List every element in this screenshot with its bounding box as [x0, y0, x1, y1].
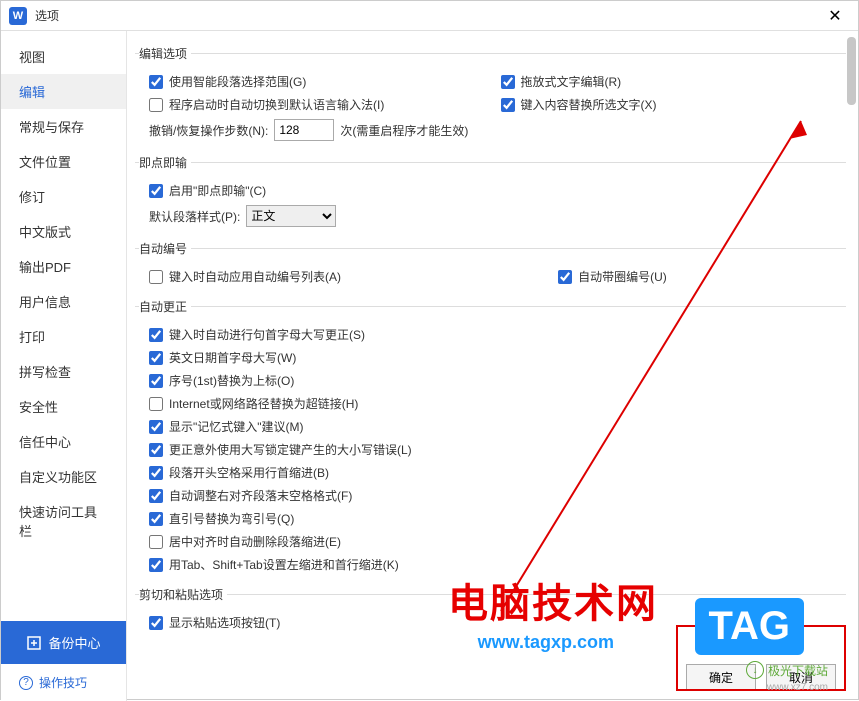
chk-auto-switch-ime-input[interactable] — [149, 98, 163, 112]
chk-autocorrect-7-input[interactable] — [149, 489, 163, 503]
nav-item-10[interactable]: 安全性 — [1, 389, 126, 424]
nav-item-13[interactable]: 快速访问工具栏 — [1, 494, 126, 548]
backup-icon — [26, 635, 42, 651]
download-icon: ↓ — [746, 661, 764, 679]
default-para-style-select[interactable]: 正文 — [246, 205, 336, 227]
chk-replace-selection-input[interactable] — [501, 98, 515, 112]
chk-autocorrect-10[interactable]: 用Tab、Shift+Tab设置左缩进和首行缩进(K) — [149, 556, 399, 573]
nav-item-5[interactable]: 中文版式 — [1, 214, 126, 249]
help-icon: ? — [19, 676, 33, 690]
chk-autocorrect-8[interactable]: 直引号替换为弯引号(Q) — [149, 510, 294, 527]
legend-paste: 剪切和粘贴选项 — [139, 586, 227, 603]
legend-edit: 编辑选项 — [139, 45, 191, 62]
chk-autocorrect-7[interactable]: 自动调整右对齐段落末空格格式(F) — [149, 487, 352, 504]
legend-auto-correct: 自动更正 — [139, 298, 191, 315]
chk-autocorrect-2-input[interactable] — [149, 374, 163, 388]
chk-smart-paragraph[interactable]: 使用智能段落选择范围(G) — [149, 73, 495, 90]
default-para-style-label: 默认段落样式(P): — [149, 208, 240, 225]
undo-steps-input[interactable] — [274, 119, 334, 141]
chk-autocorrect-3[interactable]: Internet或网络路径替换为超链接(H) — [149, 395, 358, 412]
undo-steps-suffix: 次(需重启程序才能生效) — [340, 122, 468, 139]
nav-item-4[interactable]: 修订 — [1, 179, 126, 214]
watermark-download-site: ↓ 极光下载站 — [746, 661, 828, 679]
chk-autocorrect-6-input[interactable] — [149, 466, 163, 480]
chk-show-paste-options-input[interactable] — [149, 616, 163, 630]
help-label: 操作技巧 — [39, 674, 87, 691]
chk-autocorrect-3-input[interactable] — [149, 397, 163, 411]
undo-steps-label: 撤销/恢复操作步数(N): — [149, 122, 268, 139]
watermark-tag-badge: TAG — [695, 598, 804, 655]
chk-show-paste-options[interactable]: 显示粘贴选项按钮(T) — [149, 614, 280, 631]
nav-item-11[interactable]: 信任中心 — [1, 424, 126, 459]
nav-item-8[interactable]: 打印 — [1, 319, 126, 354]
chk-smart-paragraph-input[interactable] — [149, 75, 163, 89]
chk-autocorrect-9-input[interactable] — [149, 535, 163, 549]
group-edit-options: 编辑选项 使用智能段落选择范围(G) 拖放式文字编辑(R) 程序启动时自动切换到… — [135, 45, 846, 144]
chk-circle-number-input[interactable] — [558, 270, 572, 284]
nav-item-12[interactable]: 自定义功能区 — [1, 459, 126, 494]
chk-autocorrect-1-input[interactable] — [149, 351, 163, 365]
nav-list: 视图编辑常规与保存文件位置修订中文版式输出PDF用户信息打印拼写检查安全性信任中… — [1, 31, 126, 621]
chk-autocorrect-2[interactable]: 序号(1st)替换为上标(O) — [149, 372, 294, 389]
nav-item-6[interactable]: 输出PDF — [1, 249, 126, 284]
group-auto-number: 自动编号 键入时自动应用自动编号列表(A) 自动带圈编号(U) — [135, 240, 846, 288]
chk-drag-text-input[interactable] — [501, 75, 515, 89]
chk-autocorrect-5[interactable]: 更正意外使用大写锁定键产生的大小写错误(L) — [149, 441, 412, 458]
legend-click-type: 即点即输 — [139, 154, 191, 171]
titlebar: W 选项 ✕ — [1, 1, 858, 31]
chk-autocorrect-8-input[interactable] — [149, 512, 163, 526]
chk-autocorrect-0-input[interactable] — [149, 328, 163, 342]
nav-item-7[interactable]: 用户信息 — [1, 284, 126, 319]
chk-enable-click-type[interactable]: 启用"即点即输"(C) — [149, 182, 266, 199]
nav-item-1[interactable]: 编辑 — [1, 74, 126, 109]
close-button[interactable]: ✕ — [820, 1, 850, 31]
chk-auto-number-list-input[interactable] — [149, 270, 163, 284]
nav-item-0[interactable]: 视图 — [1, 39, 126, 74]
group-auto-correct: 自动更正 键入时自动进行句首字母大写更正(S) 英文日期首字母大写(W) 序号(1s… — [135, 298, 846, 576]
window-title: 选项 — [35, 7, 820, 24]
chk-autocorrect-6[interactable]: 段落开头空格采用行首缩进(B) — [149, 464, 329, 481]
chk-replace-selection[interactable]: 键入内容替换所选文字(X) — [501, 96, 847, 113]
nav-item-3[interactable]: 文件位置 — [1, 144, 126, 179]
help-tips-link[interactable]: ? 操作技巧 — [1, 664, 126, 701]
chk-autocorrect-9[interactable]: 居中对齐时自动删除段落缩进(E) — [149, 533, 341, 550]
nav-item-2[interactable]: 常规与保存 — [1, 109, 126, 144]
nav-item-9[interactable]: 拼写检查 — [1, 354, 126, 389]
chk-autocorrect-4-input[interactable] — [149, 420, 163, 434]
group-click-type: 即点即输 启用"即点即输"(C) 默认段落样式(P): 正文 — [135, 154, 846, 230]
scrollbar-thumb[interactable] — [847, 37, 856, 105]
chk-autocorrect-1[interactable]: 英文日期首字母大写(W) — [149, 349, 296, 366]
chk-circle-number[interactable]: 自动带圈编号(U) — [558, 268, 846, 285]
sidebar: 视图编辑常规与保存文件位置修订中文版式输出PDF用户信息打印拼写检查安全性信任中… — [1, 31, 127, 701]
chk-auto-switch-ime[interactable]: 程序启动时自动切换到默认语言输入法(I) — [149, 96, 495, 113]
chk-autocorrect-4[interactable]: 显示"记忆式键入"建议(M) — [149, 418, 304, 435]
legend-auto-number: 自动编号 — [139, 240, 191, 257]
chk-autocorrect-5-input[interactable] — [149, 443, 163, 457]
chk-autocorrect-0[interactable]: 键入时自动进行句首字母大写更正(S) — [149, 326, 365, 343]
chk-autocorrect-10-input[interactable] — [149, 558, 163, 572]
app-icon: W — [9, 7, 27, 25]
chk-auto-number-list[interactable]: 键入时自动应用自动编号列表(A) — [149, 268, 552, 285]
backup-center-button[interactable]: 备份中心 — [1, 621, 126, 664]
backup-label: 备份中心 — [48, 633, 100, 652]
chk-drag-text[interactable]: 拖放式文字编辑(R) — [501, 73, 847, 90]
chk-enable-click-type-input[interactable] — [149, 184, 163, 198]
watermark-download-url: www.xz7.com — [767, 682, 828, 693]
